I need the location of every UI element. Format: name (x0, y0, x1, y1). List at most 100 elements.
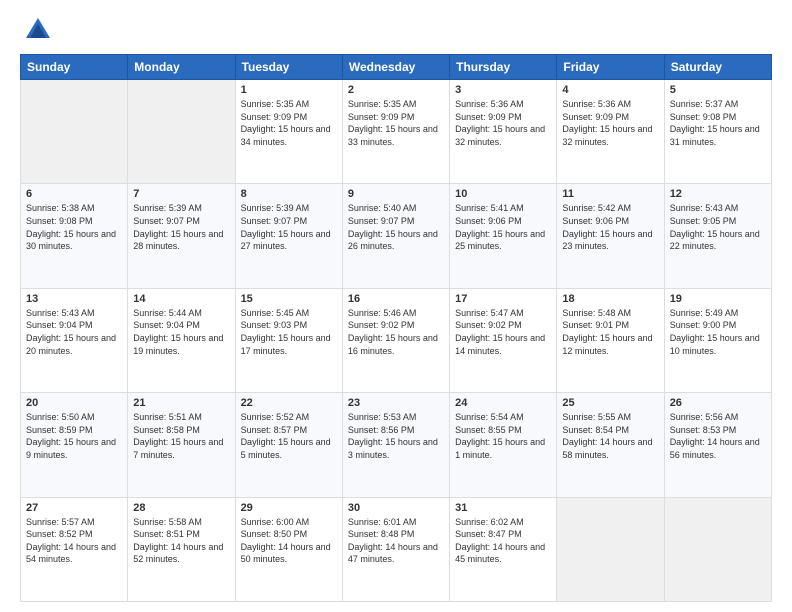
day-info: Sunrise: 5:57 AM Sunset: 8:52 PM Dayligh… (26, 516, 122, 566)
calendar-cell: 23 Sunrise: 5:53 AM Sunset: 8:56 PM Dayli… (342, 393, 449, 497)
calendar-cell: 5 Sunrise: 5:37 AM Sunset: 9:08 PM Daylig… (664, 80, 771, 184)
calendar-cell: 27Sunrise: 5:57 AM Sunset: 8:52 PM Dayli… (21, 497, 128, 601)
calendar-cell (128, 80, 235, 184)
day-number: 5 (670, 84, 766, 96)
day-info: Sunrise: 6:01 AM Sunset: 8:48 PM Dayligh… (348, 516, 444, 566)
day-info: Sunrise: 5:35 AM Sunset: 9:09 PM Dayligh… (348, 98, 444, 148)
calendar-cell: 26 Sunrise: 5:56 AM Sunset: 8:53 PM Dayli… (664, 393, 771, 497)
day-info: Sunrise: 5:37 AM Sunset: 9:08 PM Dayligh… (670, 98, 766, 148)
day-info: Sunrise: 5:42 AM Sunset: 9:06 PM Dayligh… (562, 202, 658, 252)
day-info: Sunrise: 5:39 AM Sunset: 9:07 PM Dayligh… (241, 202, 337, 252)
day-number: 12 (670, 188, 766, 200)
logo-icon (24, 16, 52, 44)
calendar-cell: 4Sunrise: 5:36 AM Sunset: 9:09 PM Daylig… (557, 80, 664, 184)
day-number: 6 (26, 188, 122, 200)
calendar-table: SundayMondayTuesdayWednesdayThursdayFrid… (20, 54, 772, 602)
header-day-friday: Friday (557, 55, 664, 80)
calendar-cell: 1 Sunrise: 5:35 AM Sunset: 9:09 PM Daylig… (235, 80, 342, 184)
day-number: 11 (562, 188, 658, 200)
calendar-cell: 21 Sunrise: 5:51 AM Sunset: 8:58 PM Dayli… (128, 393, 235, 497)
calendar-cell: 28 Sunrise: 5:58 AM Sunset: 8:51 PM Dayli… (128, 497, 235, 601)
day-info: Sunrise: 5:40 AM Sunset: 9:07 PM Dayligh… (348, 202, 444, 252)
calendar-cell: 2 Sunrise: 5:35 AM Sunset: 9:09 PM Daylig… (342, 80, 449, 184)
day-number: 10 (455, 188, 551, 200)
day-number: 18 (562, 293, 658, 305)
calendar-cell: 29Sunrise: 6:00 AM Sunset: 8:50 PM Dayli… (235, 497, 342, 601)
calendar-cell: 3Sunrise: 5:36 AM Sunset: 9:09 PM Daylig… (450, 80, 557, 184)
day-number: 28 (133, 502, 229, 514)
day-number: 2 (348, 84, 444, 96)
day-info: Sunrise: 5:56 AM Sunset: 8:53 PM Dayligh… (670, 411, 766, 461)
day-info: Sunrise: 5:55 AM Sunset: 8:54 PM Dayligh… (562, 411, 658, 461)
day-info: Sunrise: 5:35 AM Sunset: 9:09 PM Dayligh… (241, 98, 337, 148)
day-number: 17 (455, 293, 551, 305)
week-row-1: 1 Sunrise: 5:35 AM Sunset: 9:09 PM Daylig… (21, 80, 772, 184)
day-info: Sunrise: 5:47 AM Sunset: 9:02 PM Dayligh… (455, 307, 551, 357)
header-row: SundayMondayTuesdayWednesdayThursdayFrid… (21, 55, 772, 80)
calendar-cell: 19Sunrise: 5:49 AM Sunset: 9:00 PM Dayli… (664, 288, 771, 392)
day-number: 26 (670, 397, 766, 409)
day-number: 7 (133, 188, 229, 200)
calendar-cell: 17 Sunrise: 5:47 AM Sunset: 9:02 PM Dayli… (450, 288, 557, 392)
day-number: 13 (26, 293, 122, 305)
header-day-saturday: Saturday (664, 55, 771, 80)
header-day-monday: Monday (128, 55, 235, 80)
day-info: Sunrise: 5:44 AM Sunset: 9:04 PM Dayligh… (133, 307, 229, 357)
day-number: 23 (348, 397, 444, 409)
day-info: Sunrise: 5:51 AM Sunset: 8:58 PM Dayligh… (133, 411, 229, 461)
page: SundayMondayTuesdayWednesdayThursdayFrid… (0, 0, 792, 612)
day-number: 15 (241, 293, 337, 305)
day-info: Sunrise: 5:43 AM Sunset: 9:05 PM Dayligh… (670, 202, 766, 252)
day-number: 14 (133, 293, 229, 305)
calendar-cell: 18 Sunrise: 5:48 AM Sunset: 9:01 PM Dayli… (557, 288, 664, 392)
day-info: Sunrise: 5:45 AM Sunset: 9:03 PM Dayligh… (241, 307, 337, 357)
day-number: 31 (455, 502, 551, 514)
day-number: 16 (348, 293, 444, 305)
logo (20, 16, 52, 44)
day-number: 20 (26, 397, 122, 409)
day-number: 1 (241, 84, 337, 96)
day-number: 24 (455, 397, 551, 409)
header (20, 16, 772, 44)
day-info: Sunrise: 5:52 AM Sunset: 8:57 PM Dayligh… (241, 411, 337, 461)
calendar-cell: 7Sunrise: 5:39 AM Sunset: 9:07 PM Daylig… (128, 184, 235, 288)
header-day-tuesday: Tuesday (235, 55, 342, 80)
week-row-4: 20Sunrise: 5:50 AM Sunset: 8:59 PM Dayli… (21, 393, 772, 497)
day-number: 25 (562, 397, 658, 409)
day-info: Sunrise: 5:53 AM Sunset: 8:56 PM Dayligh… (348, 411, 444, 461)
calendar-cell: 24 Sunrise: 5:54 AM Sunset: 8:55 PM Dayli… (450, 393, 557, 497)
calendar-header: SundayMondayTuesdayWednesdayThursdayFrid… (21, 55, 772, 80)
day-info: Sunrise: 5:54 AM Sunset: 8:55 PM Dayligh… (455, 411, 551, 461)
calendar-cell: 15 Sunrise: 5:45 AM Sunset: 9:03 PM Dayli… (235, 288, 342, 392)
calendar-cell: 12 Sunrise: 5:43 AM Sunset: 9:05 PM Dayli… (664, 184, 771, 288)
day-info: Sunrise: 5:46 AM Sunset: 9:02 PM Dayligh… (348, 307, 444, 357)
calendar-cell: 9 Sunrise: 5:40 AM Sunset: 9:07 PM Daylig… (342, 184, 449, 288)
day-number: 3 (455, 84, 551, 96)
calendar-cell (557, 497, 664, 601)
day-info: Sunrise: 6:00 AM Sunset: 8:50 PM Dayligh… (241, 516, 337, 566)
calendar-cell: 11 Sunrise: 5:42 AM Sunset: 9:06 PM Dayli… (557, 184, 664, 288)
calendar-cell: 25 Sunrise: 5:55 AM Sunset: 8:54 PM Dayli… (557, 393, 664, 497)
day-info: Sunrise: 5:58 AM Sunset: 8:51 PM Dayligh… (133, 516, 229, 566)
day-info: Sunrise: 6:02 AM Sunset: 8:47 PM Dayligh… (455, 516, 551, 566)
day-info: Sunrise: 5:48 AM Sunset: 9:01 PM Dayligh… (562, 307, 658, 357)
day-info: Sunrise: 5:38 AM Sunset: 9:08 PM Dayligh… (26, 202, 122, 252)
day-number: 21 (133, 397, 229, 409)
calendar: SundayMondayTuesdayWednesdayThursdayFrid… (20, 54, 772, 602)
week-row-5: 27Sunrise: 5:57 AM Sunset: 8:52 PM Dayli… (21, 497, 772, 601)
calendar-cell: 22 Sunrise: 5:52 AM Sunset: 8:57 PM Dayli… (235, 393, 342, 497)
day-number: 4 (562, 84, 658, 96)
calendar-cell (21, 80, 128, 184)
calendar-cell: 6 Sunrise: 5:38 AM Sunset: 9:08 PM Daylig… (21, 184, 128, 288)
day-number: 19 (670, 293, 766, 305)
header-day-sunday: Sunday (21, 55, 128, 80)
calendar-cell: 31 Sunrise: 6:02 AM Sunset: 8:47 PM Dayli… (450, 497, 557, 601)
calendar-cell: 13Sunrise: 5:43 AM Sunset: 9:04 PM Dayli… (21, 288, 128, 392)
calendar-body: 1 Sunrise: 5:35 AM Sunset: 9:09 PM Daylig… (21, 80, 772, 602)
calendar-cell: 16 Sunrise: 5:46 AM Sunset: 9:02 PM Dayli… (342, 288, 449, 392)
calendar-cell: 10Sunrise: 5:41 AM Sunset: 9:06 PM Dayli… (450, 184, 557, 288)
day-number: 9 (348, 188, 444, 200)
calendar-cell: 8Sunrise: 5:39 AM Sunset: 9:07 PM Daylig… (235, 184, 342, 288)
calendar-cell (664, 497, 771, 601)
day-number: 22 (241, 397, 337, 409)
